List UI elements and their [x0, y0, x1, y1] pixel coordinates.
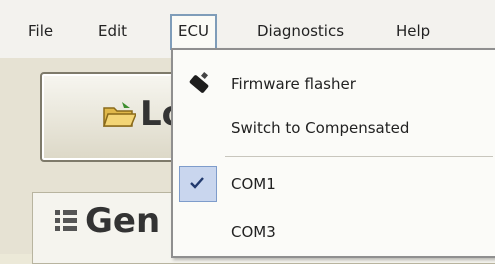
menu-diagnostics[interactable]: Diagnostics: [251, 16, 350, 46]
settings-list-icon: [53, 207, 79, 233]
menu-file[interactable]: File: [22, 16, 59, 46]
menu-ecu[interactable]: ECU: [170, 14, 217, 50]
checked-indicator: [179, 166, 217, 202]
ecu-dropdown-menu: Firmware flasher Switch to Compensated C…: [171, 48, 495, 258]
checkmark-icon: [190, 177, 204, 189]
chip-icon: [189, 71, 209, 93]
menu-item-switch-compensated[interactable]: Switch to Compensated: [173, 108, 495, 148]
menu-help[interactable]: Help: [390, 16, 436, 46]
menu-edit[interactable]: Edit: [92, 16, 133, 46]
folder-open-icon: [102, 100, 138, 130]
menu-item-com1[interactable]: COM1: [173, 164, 495, 204]
firmware-flasher-label: Firmware flasher: [231, 75, 356, 93]
general-title: Gen: [85, 201, 161, 241]
com3-label: COM3: [231, 223, 276, 241]
menu-separator: [225, 156, 493, 157]
menu-item-firmware-flasher[interactable]: Firmware flasher: [173, 64, 495, 104]
menu-item-com3[interactable]: COM3: [173, 212, 495, 252]
com1-label: COM1: [231, 175, 276, 193]
switch-compensated-label: Switch to Compensated: [231, 119, 410, 137]
